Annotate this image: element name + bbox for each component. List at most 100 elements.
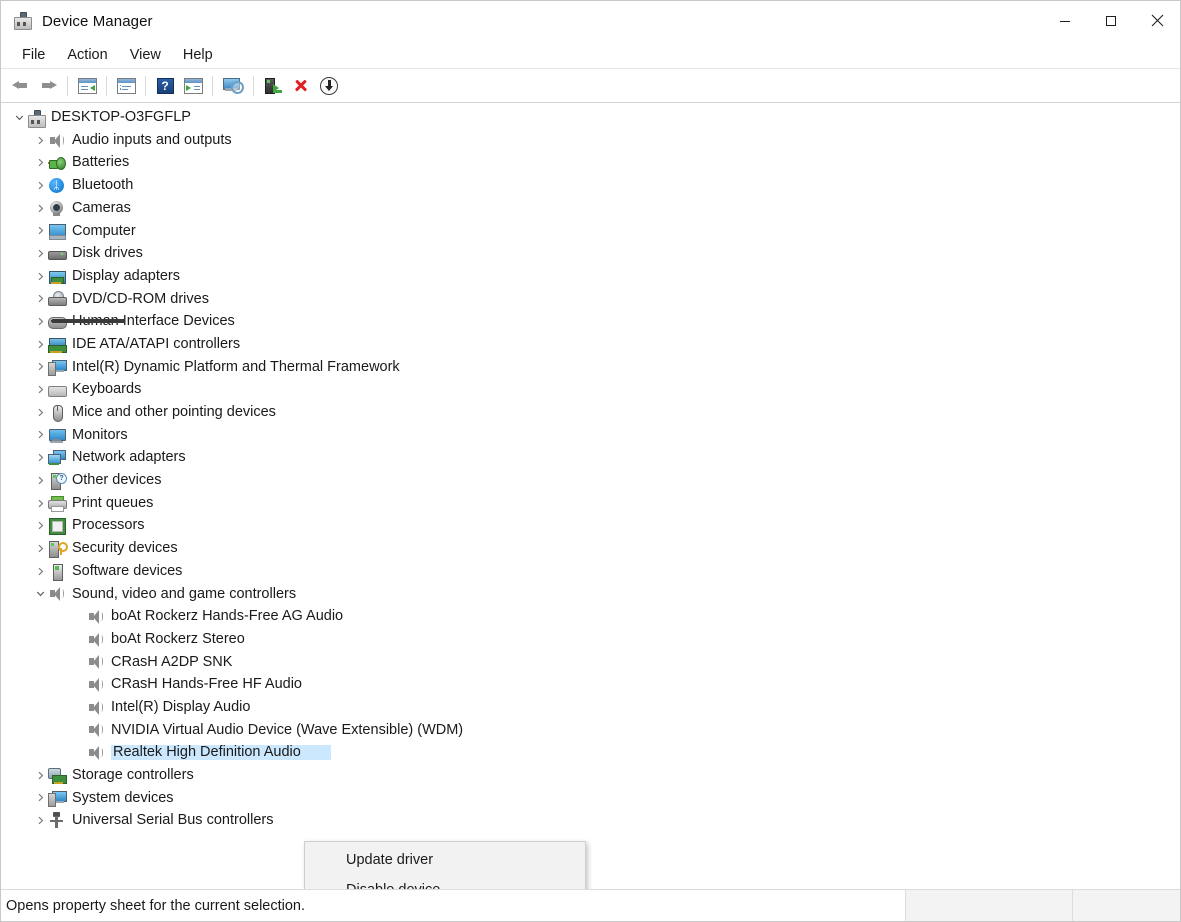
properties-button[interactable]	[112, 73, 140, 99]
tree-item-label: DVD/CD-ROM drives	[72, 292, 215, 307]
back-arrow-icon	[12, 78, 29, 93]
tree-item[interactable]: Display adapters	[1, 265, 1180, 288]
tree-item[interactable]: Intel(R) Dynamic Platform and Thermal Fr…	[1, 356, 1180, 379]
chevron-right-icon[interactable]	[32, 158, 48, 167]
menu-file[interactable]: File	[11, 45, 56, 65]
tree-item[interactable]: Print queues	[1, 492, 1180, 515]
tree-item[interactable]: Batteries	[1, 151, 1180, 174]
tree-item-selected[interactable]: Realtek High Definition Audio	[1, 741, 1180, 764]
chevron-right-icon[interactable]	[32, 340, 48, 349]
chevron-down-icon[interactable]	[11, 113, 27, 122]
bluetooth-icon: ᛦ	[48, 177, 65, 194]
chevron-right-icon[interactable]	[32, 204, 48, 213]
toolbar: ?	[1, 69, 1180, 103]
tree-item[interactable]: Intel(R) Display Audio	[1, 696, 1180, 719]
device-tree-panel[interactable]: DESKTOP-O3FGFLPAudio inputs and outputsB…	[1, 103, 1180, 889]
chevron-right-icon[interactable]	[32, 499, 48, 508]
chevron-right-icon[interactable]	[32, 567, 48, 576]
chevron-right-icon[interactable]	[32, 771, 48, 780]
tree-item[interactable]: Audio inputs and outputs	[1, 129, 1180, 152]
chevron-right-icon[interactable]	[32, 385, 48, 394]
forward-arrow-icon	[40, 78, 57, 93]
chevron-right-icon[interactable]	[32, 317, 48, 326]
chevron-down-icon[interactable]	[32, 589, 48, 598]
tree-item-label: Computer	[72, 224, 142, 239]
scan-for-hardware-changes-button[interactable]	[218, 73, 248, 99]
action-pane-icon	[184, 78, 203, 94]
tree-item[interactable]: Human Interface Devices	[1, 310, 1180, 333]
menu-help[interactable]: Help	[172, 45, 224, 65]
tree-item[interactable]: Sound, video and game controllers	[1, 582, 1180, 605]
chevron-right-icon[interactable]	[32, 249, 48, 258]
speaker-icon	[87, 699, 104, 716]
security-device-icon	[48, 540, 65, 557]
tree-item[interactable]: Keyboards	[1, 378, 1180, 401]
uninstall-device-button[interactable]	[287, 73, 315, 99]
chevron-right-icon[interactable]	[32, 430, 48, 439]
tree-item[interactable]: Security devices	[1, 537, 1180, 560]
tree-item[interactable]: DVD/CD-ROM drives	[1, 288, 1180, 311]
chevron-right-icon[interactable]	[32, 226, 48, 235]
red-x-icon	[292, 77, 310, 94]
chevron-right-icon[interactable]	[32, 453, 48, 462]
close-button[interactable]	[1134, 1, 1180, 40]
chevron-right-icon[interactable]	[32, 362, 48, 371]
help-button[interactable]: ?	[151, 73, 179, 99]
tree-item[interactable]: Disk drives	[1, 242, 1180, 265]
chevron-right-icon[interactable]	[32, 793, 48, 802]
update-driver-button[interactable]	[259, 73, 287, 99]
chevron-right-icon[interactable]	[32, 294, 48, 303]
tree-item-label: CRasH Hands-Free HF Audio	[111, 677, 308, 692]
tree-item[interactable]: NVIDIA Virtual Audio Device (Wave Extens…	[1, 719, 1180, 742]
tree-item[interactable]: Storage controllers	[1, 764, 1180, 787]
back-button[interactable]	[6, 73, 34, 99]
menu-view[interactable]: View	[119, 45, 172, 65]
context-menu-item-update-driver[interactable]: Update driver	[305, 845, 585, 875]
tree-item[interactable]: Universal Serial Bus controllers	[1, 809, 1180, 832]
menu-action[interactable]: Action	[56, 45, 118, 65]
context-menu-item-disable-device[interactable]: Disable device	[305, 875, 585, 889]
gamepad-icon	[48, 313, 65, 330]
action-menu-button[interactable]	[179, 73, 207, 99]
tree-item-label: boAt Rockerz Stereo	[111, 632, 251, 647]
tree-item[interactable]: CRasH Hands-Free HF Audio	[1, 673, 1180, 696]
tree-item[interactable]: CRasH A2DP SNK	[1, 651, 1180, 674]
tree-item[interactable]: Processors	[1, 514, 1180, 537]
storage-controller-icon	[48, 767, 65, 784]
device-context-menu[interactable]: Update driverDisable deviceUninstall dev…	[304, 841, 586, 889]
chevron-right-icon[interactable]	[32, 181, 48, 190]
tree-item[interactable]: boAt Rockerz Hands-Free AG Audio	[1, 605, 1180, 628]
properties-sheet-icon	[117, 78, 136, 94]
forward-button[interactable]	[34, 73, 62, 99]
tree-item[interactable]: Network adapters	[1, 446, 1180, 469]
chevron-right-icon[interactable]	[32, 408, 48, 417]
maximize-button[interactable]	[1088, 1, 1134, 40]
disable-device-button[interactable]	[315, 73, 343, 99]
tree-item-label: Security devices	[72, 541, 184, 556]
chevron-right-icon[interactable]	[32, 544, 48, 553]
chevron-right-icon[interactable]	[32, 272, 48, 281]
tree-item[interactable]: Computer	[1, 219, 1180, 242]
tree-item[interactable]: DESKTOP-O3FGFLP	[1, 106, 1180, 129]
tree-item[interactable]: Mice and other pointing devices	[1, 401, 1180, 424]
chevron-right-icon[interactable]	[32, 136, 48, 145]
chevron-right-icon[interactable]	[32, 476, 48, 485]
speaker-icon	[87, 608, 104, 625]
tree-item[interactable]: Software devices	[1, 560, 1180, 583]
computer-root-icon	[27, 109, 44, 126]
tree-item[interactable]: ?Other devices	[1, 469, 1180, 492]
usb-icon	[48, 812, 65, 829]
speaker-icon	[87, 653, 104, 670]
tree-item[interactable]: boAt Rockerz Stereo	[1, 628, 1180, 651]
chevron-right-icon[interactable]	[32, 521, 48, 530]
tree-item[interactable]: System devices	[1, 787, 1180, 810]
minimize-button[interactable]	[1042, 1, 1088, 40]
tree-item[interactable]: Monitors	[1, 424, 1180, 447]
tree-item[interactable]: IDE ATA/ATAPI controllers	[1, 333, 1180, 356]
tree-item-label: Sound, video and game controllers	[72, 587, 302, 602]
tree-item[interactable]: Cameras	[1, 197, 1180, 220]
tree-item-label: Realtek High Definition Audio	[111, 745, 331, 760]
tree-item[interactable]: ᛦBluetooth	[1, 174, 1180, 197]
show-hide-console-tree-button[interactable]	[73, 73, 101, 99]
chevron-right-icon[interactable]	[32, 816, 48, 825]
